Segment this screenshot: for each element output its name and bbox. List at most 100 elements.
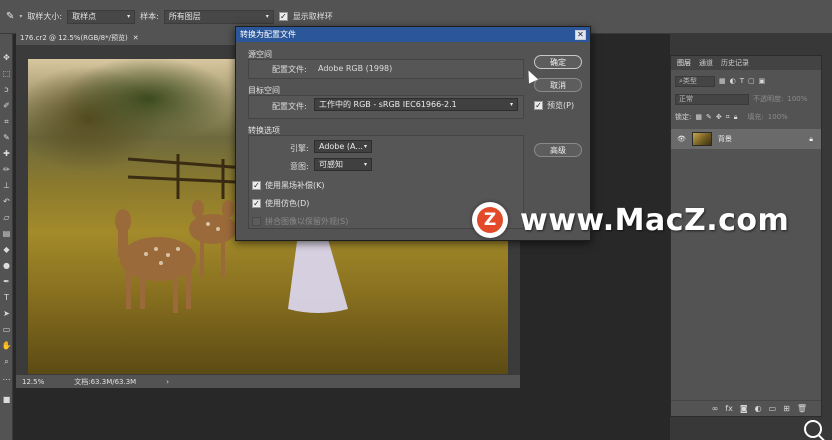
lock-all-icon[interactable]: 🔒︎ <box>734 113 738 122</box>
stamp-tool-icon[interactable]: ⊥ <box>1 180 12 191</box>
use-dither-checkbox[interactable]: ✓ 使用仿色(D) <box>252 198 309 209</box>
marquee-tool-icon[interactable]: ⬚ <box>1 68 12 79</box>
close-icon[interactable]: ✕ <box>133 34 139 42</box>
move-tool-icon[interactable]: ✥ <box>1 52 12 63</box>
target-profile-select[interactable]: 工作中的 RGB - sRGB IEC61966-2.1 ▾ <box>314 98 518 111</box>
deer-group <box>115 200 237 313</box>
layer-filter-row: ⌕ 类型 ▦ ◐ T ▢ ▣ <box>675 74 765 88</box>
link-layers-icon[interactable]: ∞ <box>712 404 719 413</box>
filter-pixel-icon[interactable]: ▦ <box>719 77 726 85</box>
eraser-tool-icon[interactable]: ▱ <box>1 212 12 223</box>
filter-adjust-icon[interactable]: ◐ <box>730 77 736 85</box>
path-select-tool-icon[interactable]: ➤ <box>1 308 12 319</box>
more-tools-icon[interactable]: ⋯ <box>1 374 12 385</box>
group-folder-icon[interactable]: ▭ <box>769 404 777 413</box>
opacity-value[interactable]: 100% <box>787 95 807 103</box>
fx-icon[interactable]: fx <box>725 404 733 413</box>
opacity-label: 不透明度: <box>753 95 784 103</box>
new-layer-icon[interactable]: ⊞ <box>783 404 790 413</box>
cancel-button[interactable]: 取消 <box>534 78 582 92</box>
eye-icon[interactable]: 👁︎ <box>677 135 686 143</box>
layer-filter-select[interactable]: ⌕ 类型 <box>675 75 715 87</box>
engine-label: 引擎: <box>290 144 309 153</box>
layer-name: 背景 <box>717 135 732 143</box>
pen-tool-icon[interactable]: ✒ <box>1 276 12 287</box>
advanced-button[interactable]: 高级 <box>534 143 582 157</box>
chevron-down-icon: ▾ <box>363 143 367 150</box>
lock-icon: 🔒︎ <box>809 134 813 143</box>
lasso-tool-icon[interactable]: ↄ <box>1 84 12 95</box>
sample-select[interactable]: 所有图层 ▾ <box>163 9 274 24</box>
chevron-down-icon[interactable]: ▾ <box>19 13 22 20</box>
layers-panel-footer: ∞ fx ◙ ◐ ▭ ⊞ 🗑︎ <box>671 400 821 416</box>
blur-tool-icon[interactable]: ◆ <box>1 244 12 255</box>
eyedropper-tool-icon[interactable]: ✎ <box>1 132 12 143</box>
tools-panel: ✥ ⬚ ↄ ✐ ⌗ ✎ ✚ ✏ ⊥ ↶ ▱ ▤ ◆ ● ✒ T ➤ ▭ ✋ ⌕ … <box>0 34 13 440</box>
dodge-tool-icon[interactable]: ● <box>1 260 12 271</box>
crop-tool-icon[interactable]: ⌗ <box>1 116 12 127</box>
lock-artboard-icon[interactable]: ⌗ <box>726 113 730 122</box>
document-info[interactable]: 文档:63.3M/63.3M <box>74 377 136 387</box>
black-point-compensation-checkbox[interactable]: ✓ 使用黑场补偿(K) <box>252 180 325 191</box>
close-icon[interactable]: ✕ <box>575 29 586 40</box>
tab-layers[interactable]: 图层 <box>677 58 691 68</box>
document-tab-title: 176.cr2 @ 12.5%(RGB/8*/预览) <box>20 34 128 42</box>
lock-row: 锁定: ▦ ✎ ✥ ⌗ 🔒︎ 填充: 100% <box>675 110 788 124</box>
ok-button[interactable]: 确定 <box>534 55 582 69</box>
dialog-title-bar[interactable]: 转换为配置文件 ✕ <box>236 27 590 42</box>
layer-thumbnail <box>691 132 712 146</box>
status-bar: 12.5% 文档:63.3M/63.3M › <box>16 375 520 388</box>
show-sampling-ring-checkbox[interactable]: ✓ <box>278 12 288 21</box>
preview-checkbox[interactable]: ✓ 预览(P) <box>534 100 574 111</box>
sample-size-select[interactable]: 取样点 ▾ <box>67 9 136 24</box>
lock-paint-icon[interactable]: ✎ <box>706 113 712 121</box>
gradient-tool-icon[interactable]: ▤ <box>1 228 12 239</box>
eyedropper-icon[interactable]: ✎ <box>6 11 14 22</box>
tab-history[interactable]: 历史记录 <box>721 58 749 68</box>
quick-select-tool-icon[interactable]: ✐ <box>1 100 12 111</box>
sample-size-label: 取样大小: <box>27 12 63 21</box>
document-tab[interactable]: 176.cr2 @ 12.5%(RGB/8*/预览) ✕ <box>16 31 235 45</box>
sample-label: 样本: <box>140 12 159 21</box>
lock-transparency-icon[interactable]: ▦ <box>695 113 702 121</box>
macz-logo-letter: Z <box>477 207 503 233</box>
target-profile-label: 配置文件: <box>272 102 307 111</box>
intent-select[interactable]: 可感知 ▾ <box>314 158 372 171</box>
watermark: Z www.MacZ.com <box>472 202 789 238</box>
lock-move-icon[interactable]: ✥ <box>716 113 722 121</box>
tab-channels[interactable]: 通道 <box>699 58 713 68</box>
source-profile-label: 配置文件: <box>272 65 307 74</box>
history-brush-tool-icon[interactable]: ↶ <box>1 196 12 207</box>
zoom-tool-icon[interactable]: ⌕ <box>1 356 12 367</box>
type-tool-icon[interactable]: T <box>1 292 12 303</box>
chevron-right-icon[interactable]: › <box>166 378 169 386</box>
layer-row-background[interactable]: 👁︎ 背景 🔒︎ <box>671 129 821 149</box>
checkbox-unchecked <box>252 217 261 226</box>
checkbox-checked: ✓ <box>252 180 261 190</box>
brush-tool-icon[interactable]: ✏ <box>1 164 12 175</box>
flatten-image-checkbox[interactable]: 拼合图像以保留外观(S) <box>252 216 348 227</box>
layers-panel-tabs: 图层 通道 历史记录 <box>671 56 821 70</box>
search-icon[interactable] <box>804 420 822 438</box>
shape-tool-icon[interactable]: ▭ <box>1 324 12 335</box>
checkbox-checked: ✓ <box>534 100 543 110</box>
adjustment-layer-icon[interactable]: ◐ <box>755 404 762 413</box>
dialog-title: 转换为配置文件 <box>240 30 296 39</box>
filter-smart-icon[interactable]: ▣ <box>759 77 766 85</box>
add-mask-icon[interactable]: ◙ <box>740 404 748 413</box>
blend-mode-select[interactable]: 正常 <box>675 93 749 105</box>
color-swatches-icon[interactable]: ■ <box>1 394 12 405</box>
watermark-text: www.MacZ.com <box>520 202 790 238</box>
filter-shape-icon[interactable]: ▢ <box>748 77 755 85</box>
zoom-level[interactable]: 12.5% <box>22 378 44 386</box>
filter-type-icon[interactable]: T <box>740 77 744 85</box>
chevron-down-icon: ▾ <box>265 13 269 20</box>
healing-tool-icon[interactable]: ✚ <box>1 148 12 159</box>
trash-icon[interactable]: 🗑︎ <box>797 404 807 413</box>
macz-logo: Z <box>472 202 508 238</box>
engine-select[interactable]: Adobe (A... ▾ <box>314 140 372 153</box>
chevron-down-icon: ▾ <box>127 13 131 20</box>
source-profile-value: Adobe RGB (1998) <box>318 64 393 73</box>
fill-value[interactable]: 100% <box>768 113 788 121</box>
hand-tool-icon[interactable]: ✋ <box>1 340 12 351</box>
